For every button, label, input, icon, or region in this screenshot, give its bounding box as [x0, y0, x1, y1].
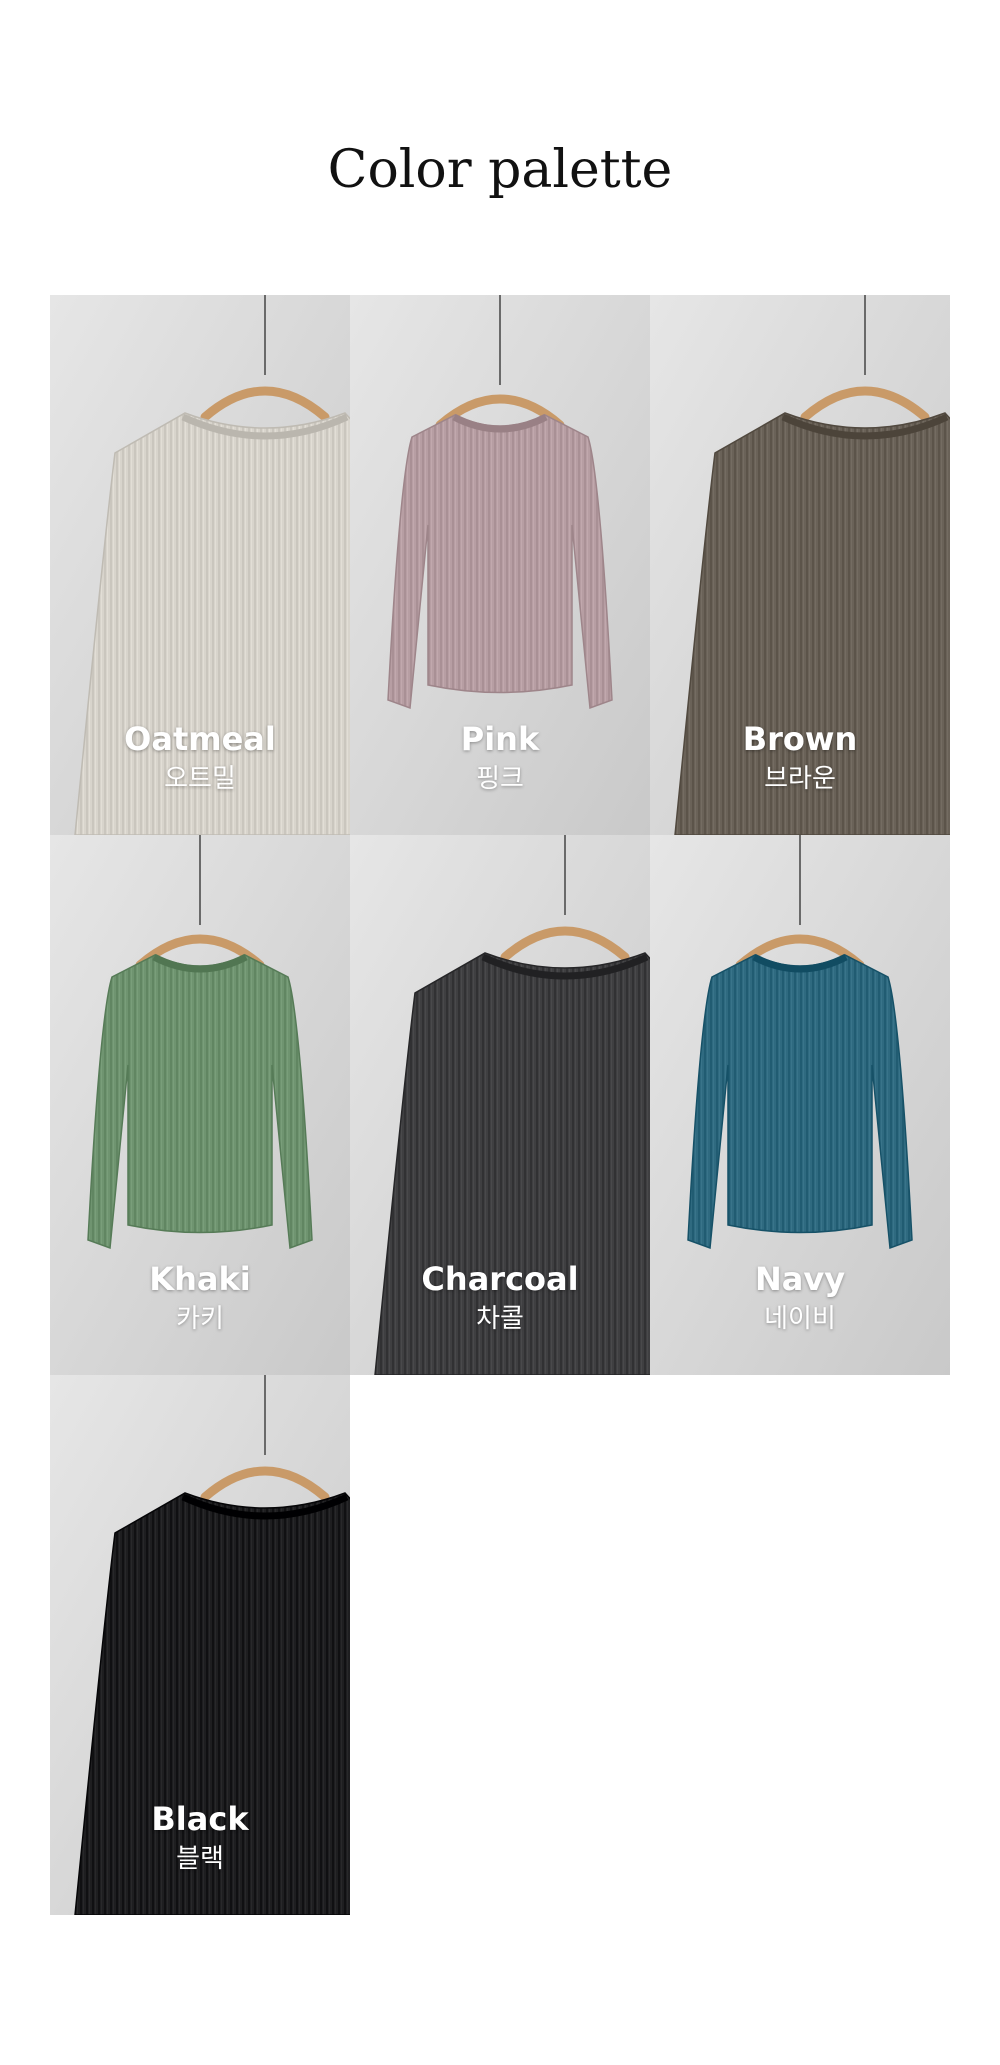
swatch-label: Khaki 카키	[50, 1259, 350, 1337]
color-name-korean: 브라운	[764, 764, 836, 794]
swatch-label: Brown 브라운	[650, 719, 950, 797]
color-palette-page: Color palette Oatmeal 오트밀 Pink 핑크 Brown …	[0, 0, 1000, 2065]
color-name-english: Pink	[460, 720, 540, 758]
page-title: Color palette	[327, 140, 673, 200]
swatch-tile-pink: Pink 핑크	[350, 295, 650, 835]
swatch-label: Charcoal 차콜	[350, 1259, 650, 1337]
swatch-tile-oatmeal: Oatmeal 오트밀	[50, 295, 350, 835]
swatch-label: Oatmeal 오트밀	[50, 719, 350, 797]
color-name-korean: 네이비	[764, 1304, 836, 1334]
color-name-korean: 오트밀	[164, 764, 236, 794]
color-name-english: Khaki	[149, 1260, 251, 1298]
swatch-tile-brown: Brown 브라운	[650, 295, 950, 835]
color-name-korean: 블랙	[176, 1844, 224, 1874]
color-name-english: Black	[151, 1800, 249, 1838]
swatch-label: Black 블랙	[50, 1799, 350, 1877]
color-name-korean: 카키	[176, 1304, 224, 1334]
swatch-label: Pink 핑크	[350, 719, 650, 797]
swatch-grid: Oatmeal 오트밀 Pink 핑크 Brown 브라운 Khaki 카키 C…	[50, 295, 950, 1915]
color-name-english: Brown	[742, 720, 858, 758]
color-name-english: Oatmeal	[124, 720, 276, 758]
swatch-tile-navy: Navy 네이비	[650, 835, 950, 1375]
swatch-label: Navy 네이비	[650, 1259, 950, 1337]
swatch-tile-black: Black 블랙	[50, 1375, 350, 1915]
swatch-tile-khaki: Khaki 카키	[50, 835, 350, 1375]
swatch-tile-charcoal: Charcoal 차콜	[350, 835, 650, 1375]
color-name-english: Charcoal	[421, 1260, 579, 1298]
color-name-korean: 차콜	[476, 1304, 524, 1334]
color-name-english: Navy	[754, 1260, 846, 1298]
color-name-korean: 핑크	[476, 764, 524, 794]
